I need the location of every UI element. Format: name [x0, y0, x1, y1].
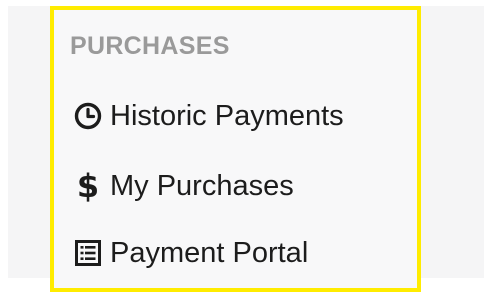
menu-item-label: Payment Portal	[110, 237, 309, 269]
menu-item-payment-portal[interactable]: Payment Portal	[70, 233, 308, 273]
menu-item-my-purchases[interactable]: $ My Purchases	[70, 166, 294, 206]
dollar-icon: $	[70, 168, 106, 204]
list-document-icon	[70, 235, 106, 271]
dollar-glyph: $	[76, 167, 100, 205]
menu-item-label: Historic Payments	[110, 100, 344, 132]
purchases-menu-panel: PURCHASES Historic Payments $ My Purchas…	[50, 6, 421, 292]
clock-icon	[70, 98, 106, 134]
menu-item-label: My Purchases	[110, 170, 294, 202]
menu-item-historic-payments[interactable]: Historic Payments	[70, 96, 344, 136]
section-heading-purchases: PURCHASES	[70, 32, 230, 60]
